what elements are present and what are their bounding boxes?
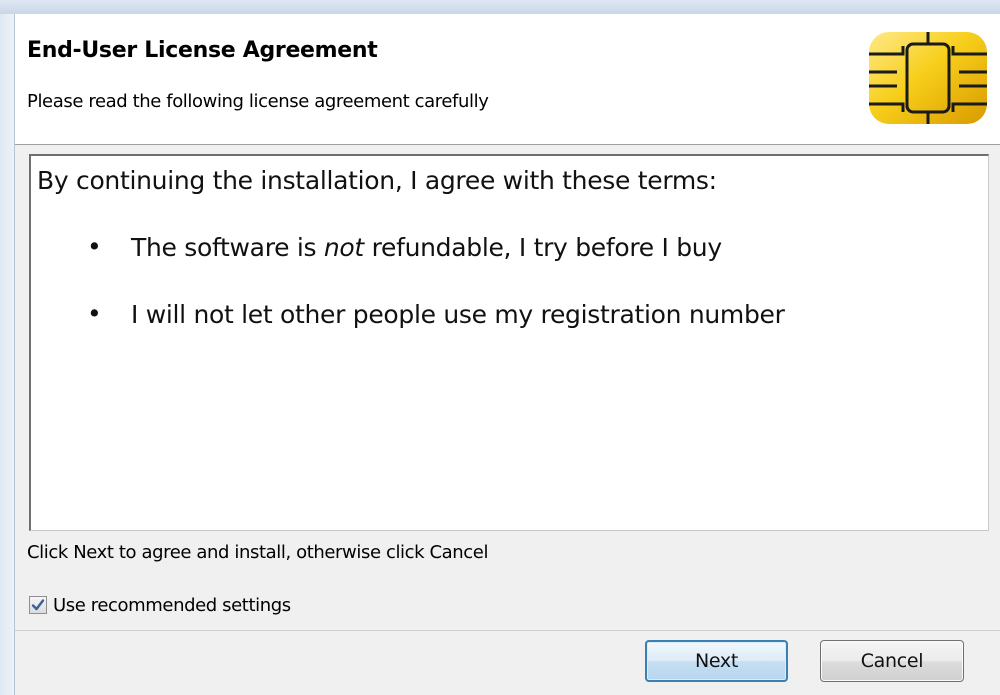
window-top-edge — [0, 0, 1000, 14]
window-left-edge — [0, 14, 14, 695]
recommended-settings-checkbox[interactable] — [29, 596, 47, 614]
cancel-button[interactable]: Cancel — [820, 640, 964, 682]
dialog-header: End-User License Agreement Please read t… — [15, 14, 1000, 145]
license-text-box[interactable]: By continuing the installation, I agree … — [29, 154, 989, 531]
bullet: • — [87, 299, 102, 328]
license-intro: By continuing the installation, I agree … — [37, 166, 717, 195]
instruction-text: Click Next to agree and install, otherwi… — [27, 542, 489, 563]
footer-divider — [15, 630, 1000, 631]
bullet: • — [87, 232, 102, 261]
recommended-settings-label[interactable]: Use recommended settings — [53, 595, 291, 616]
emphasis-text: not — [323, 233, 364, 262]
license-term-text: The software is not refundable, I try be… — [131, 233, 722, 262]
dialog-title: End-User License Agreement — [27, 38, 378, 63]
checkmark-icon — [31, 599, 45, 611]
smart-card-chip-icon — [867, 30, 989, 126]
dialog-subtitle: Please read the following license agreem… — [27, 91, 489, 112]
license-dialog: End-User License Agreement Please read t… — [14, 14, 1000, 695]
license-term-text: I will not let other people use my regis… — [131, 300, 785, 329]
recommended-settings-option[interactable]: Use recommended settings — [29, 592, 291, 618]
next-button[interactable]: Next — [645, 640, 788, 682]
